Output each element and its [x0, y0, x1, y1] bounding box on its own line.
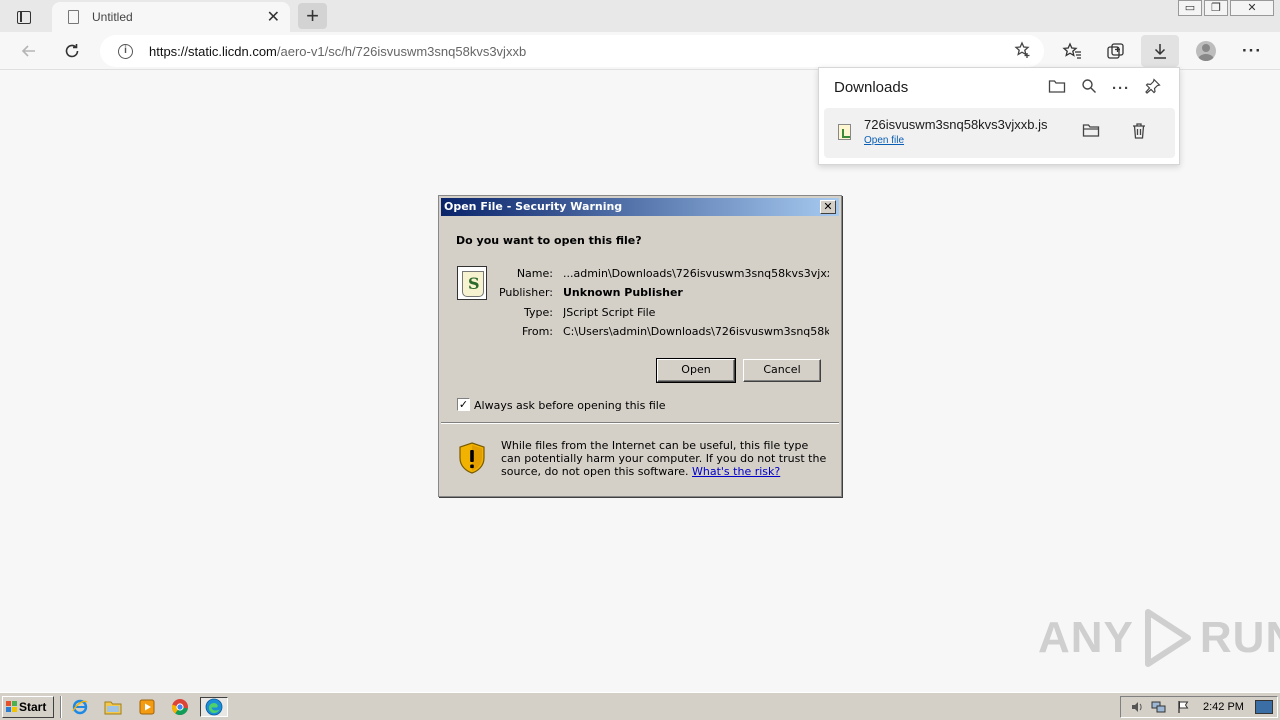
start-button[interactable]: Start — [2, 696, 54, 718]
play-logo-icon — [1144, 609, 1191, 667]
warning-shield-icon — [459, 442, 485, 474]
volume-icon[interactable] — [1129, 700, 1145, 714]
profile-button[interactable] — [1191, 36, 1221, 66]
always-ask-checkbox[interactable]: ✓ — [457, 398, 470, 411]
ie-icon[interactable] — [69, 697, 91, 717]
anyrun-watermark: ANY RUN — [1038, 606, 1280, 670]
field-label: Name: — [516, 267, 553, 280]
field-label: From: — [522, 325, 553, 338]
clock[interactable]: 2:42 PM — [1203, 701, 1244, 713]
field-value: C:\Users\admin\Downloads\726isvuswm3snq5… — [563, 325, 829, 338]
more-icon[interactable]: ··· — [1237, 36, 1267, 66]
download-item[interactable]: 726isvuswm3snq58kvs3vjxxb.js Open file — [824, 108, 1175, 158]
jscript-file-icon — [457, 266, 487, 300]
reload-button[interactable] — [57, 36, 87, 66]
field-name: Name: ...admin\Downloads\726isvuswm3snq5… — [489, 267, 829, 281]
minimize-button[interactable]: ▭ — [1178, 0, 1202, 16]
action-center-flag-icon[interactable] — [1175, 700, 1191, 714]
tab-close-icon[interactable]: ✕ — [267, 7, 280, 27]
always-ask-label[interactable]: Always ask before opening this file — [474, 399, 666, 412]
show-in-folder-icon[interactable] — [1080, 122, 1102, 144]
download-icon — [1154, 44, 1166, 59]
url-path: /aero-v1/sc/h/726isvuswm3snq58kvs3vjxxb — [276, 44, 527, 59]
new-tab-button[interactable]: + — [298, 3, 327, 29]
field-value: JScript Script File — [563, 306, 656, 319]
page-icon — [68, 10, 79, 24]
open-button[interactable]: Open — [656, 358, 736, 383]
window-controls: ▭ ❐ ✕ — [1176, 0, 1274, 16]
field-label: Publisher: — [498, 286, 553, 299]
site-info-icon[interactable]: i — [118, 44, 133, 59]
dialog-close-button[interactable]: ✕ — [820, 200, 836, 214]
restore-button[interactable]: ❐ — [1204, 0, 1228, 16]
downloads-panel: Downloads ··· 726isvuswm3snq58kvs3vjxxb.… — [818, 67, 1180, 165]
dialog-question: Do you want to open this file? — [456, 234, 642, 247]
field-type: Type: JScript Script File — [489, 306, 829, 320]
collections-icon[interactable] — [1101, 36, 1131, 66]
tab-untitled[interactable]: Untitled ✕ — [52, 2, 290, 32]
dialog-title: Open File - Security Warning — [444, 200, 623, 213]
field-label: Type: — [524, 306, 553, 319]
start-label: Start — [19, 700, 47, 714]
download-filename: 726isvuswm3snq58kvs3vjxxb.js — [864, 117, 1048, 132]
field-value: ...admin\Downloads\726isvuswm3snq58kvs3v… — [563, 267, 829, 280]
back-arrow-icon — [21, 45, 35, 57]
chrome-icon[interactable] — [169, 697, 191, 717]
url-host: https://static.licdn.com — [149, 44, 277, 59]
tab-bar: Untitled ✕ + ▭ ❐ ✕ — [0, 0, 1280, 32]
cancel-button[interactable]: Cancel — [743, 359, 821, 382]
windows-logo-icon — [6, 701, 18, 713]
search-icon[interactable] — [1078, 78, 1100, 100]
dialog-separator — [441, 422, 839, 424]
profile-icon — [1196, 41, 1216, 61]
delete-icon[interactable] — [1128, 122, 1150, 144]
edge-icon[interactable] — [200, 697, 228, 717]
media-player-icon[interactable] — [136, 697, 158, 717]
show-desktop-icon[interactable] — [1255, 700, 1273, 714]
system-tray: 2:42 PM — [1120, 696, 1278, 718]
pin-icon[interactable] — [1142, 78, 1164, 100]
add-favorite-icon[interactable] — [1014, 41, 1032, 64]
open-folder-icon[interactable] — [1046, 78, 1068, 100]
watermark-left: ANY — [1038, 613, 1134, 662]
field-publisher: Publisher: Unknown Publisher — [489, 286, 829, 300]
field-value: Unknown Publisher — [563, 286, 683, 299]
tab-title: Untitled — [92, 10, 133, 24]
script-file-icon — [838, 124, 851, 140]
window-close-button[interactable]: ✕ — [1230, 0, 1274, 16]
reload-icon — [65, 44, 79, 58]
address-bar[interactable]: i https://static.licdn.com/aero-v1/sc/h/… — [100, 35, 1044, 67]
folder-icon[interactable] — [102, 697, 124, 717]
back-button[interactable] — [14, 36, 44, 66]
downloads-title: Downloads — [834, 79, 909, 96]
tab-actions-button[interactable] — [10, 6, 38, 28]
tab-actions-icon — [17, 10, 31, 24]
security-warning-dialog: Open File - Security Warning ✕ Do you wa… — [438, 195, 842, 497]
more-options-icon[interactable]: ··· — [1110, 78, 1132, 100]
whats-the-risk-link[interactable]: What's the risk? — [692, 465, 780, 478]
taskbar-divider — [60, 696, 62, 718]
field-from: From: C:\Users\admin\Downloads\726isvusw… — [489, 325, 829, 339]
warning-text-block: While files from the Internet can be use… — [501, 439, 831, 478]
open-file-link[interactable]: Open file — [864, 135, 904, 146]
url-text[interactable]: https://static.licdn.com/aero-v1/sc/h/72… — [149, 44, 526, 59]
watermark-right: RUN — [1199, 613, 1280, 662]
dialog-titlebar[interactable]: Open File - Security Warning ✕ — [441, 198, 839, 216]
navigation-bar: i https://static.licdn.com/aero-v1/sc/h/… — [0, 32, 1280, 70]
downloads-button[interactable] — [1141, 35, 1179, 67]
taskbar: Start 2:42 PM — [0, 692, 1280, 720]
network-icon[interactable] — [1151, 700, 1167, 714]
favorites-icon[interactable] — [1057, 36, 1087, 66]
